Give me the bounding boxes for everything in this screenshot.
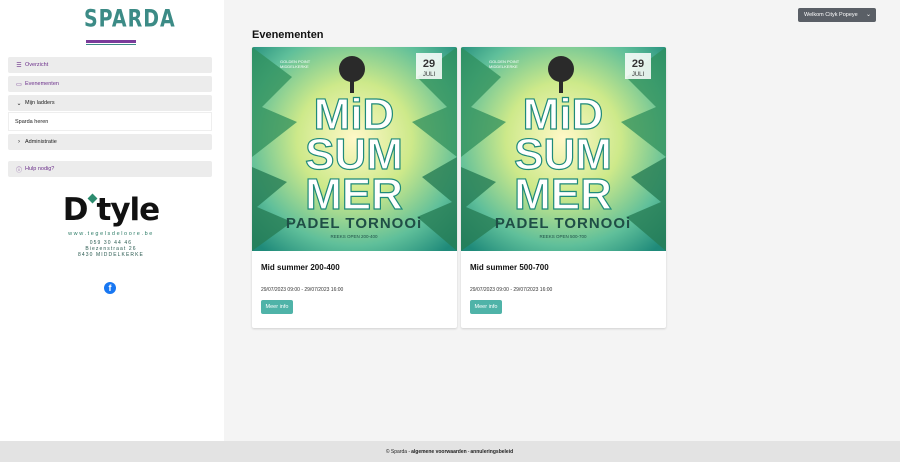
chevron-right-icon: › xyxy=(18,139,20,145)
footer-cancellation-link[interactable]: annuleringsbeleid xyxy=(470,449,513,455)
logo-underline xyxy=(86,40,136,43)
sidebar-subitem-sparda-heren[interactable]: Sparda heren xyxy=(8,112,212,131)
poster-day: 29 xyxy=(632,58,644,70)
sidebar-item-label: Mijn ladders xyxy=(25,100,55,106)
sponsor-block[interactable]: Dtyle www.tegelsdeloore.be 059 30 44 46 … xyxy=(60,193,162,258)
dtyle-logo: Dtyle xyxy=(60,193,162,227)
event-date: 29/07/2023 09:00 - 29/07/2023 16:00 xyxy=(470,287,553,293)
dtyle-logo-text: tyle xyxy=(96,192,161,228)
sidebar-item-label: Administratie xyxy=(25,139,57,145)
poster-top-line-2: MIDDELKERKE xyxy=(280,64,309,69)
footer-copyright: © Sparda - xyxy=(385,448,411,455)
sparda-logo[interactable]: SPARDA xyxy=(84,5,176,46)
dtyle-dot xyxy=(87,193,97,204)
sidebar-item-label: Hulp nodig? xyxy=(25,166,55,172)
event-card[interactable]: 29 JULI GOLDEN POINT MIDDELKERKE MiD SUM… xyxy=(461,47,666,328)
logo-underline-secondary xyxy=(86,44,136,45)
event-title: Mid summer 200-400 xyxy=(261,263,340,272)
sidebar-item-label: Evenementen xyxy=(25,81,59,87)
event-date: 29/07/2023 09:00 - 29/07/2023 16:00 xyxy=(261,287,344,293)
welcome-label: Welkom Cityk Popeye xyxy=(804,12,858,18)
poster-day: 29 xyxy=(423,58,435,70)
sidebar-item-evenementen[interactable]: ▭ Evenementen xyxy=(8,76,212,92)
footer: © Sparda - algemene voorwaarden - annule… xyxy=(0,441,900,462)
poster-subtitle: PADEL TORNOOi xyxy=(286,215,422,232)
sponsor-city: 8430 MIDDELKERKE xyxy=(78,252,144,258)
dtyle-logo-d: D xyxy=(62,192,89,228)
sidebar-item-administratie[interactable]: › Administratie xyxy=(8,134,212,150)
more-info-button[interactable]: Meer info xyxy=(261,300,293,314)
sidebar-item-hulp[interactable]: ⓘ Hulp nodig? xyxy=(8,161,212,177)
poster-line-3: MER xyxy=(514,170,612,219)
poster-line-3: MER xyxy=(305,170,403,219)
poster-month: JULI xyxy=(423,72,436,78)
user-menu-button[interactable]: Welkom Cityk Popeye ⌄ xyxy=(798,8,876,22)
list-icon: ☰ xyxy=(16,62,22,69)
logo-text: SPARDA xyxy=(84,5,176,33)
poster-month: JULI xyxy=(632,72,645,78)
poster-series: REEKS OPEN 500-700 xyxy=(539,234,587,239)
sidebar-subitem-label: Sparda heren xyxy=(15,118,49,125)
chevron-down-icon: ⌄ xyxy=(16,100,22,107)
event-poster-image[interactable]: 29 JULI GOLDEN POINT MIDDELKERKE MiD SUM… xyxy=(252,47,457,251)
sidebar-item-overzicht[interactable]: ☰ Overzicht xyxy=(8,57,212,73)
poster-subtitle: PADEL TORNOOi xyxy=(495,215,631,232)
event-poster-image[interactable]: 29 JULI GOLDEN POINT MIDDELKERKE MiD SUM… xyxy=(461,47,666,251)
more-info-button[interactable]: Meer info xyxy=(470,300,502,314)
question-circle-icon: ⓘ xyxy=(15,167,22,174)
facebook-icon[interactable]: f xyxy=(104,282,116,294)
footer-terms-link[interactable]: algemene voorwaarden xyxy=(411,449,467,455)
sidebar: SPARDA ☰ Overzicht ▭ Evenementen ⌄ Mijn … xyxy=(0,0,224,441)
footer-separator: - xyxy=(467,448,470,455)
poster-top-line-2: MIDDELKERKE xyxy=(489,64,518,69)
event-title: Mid summer 500-700 xyxy=(470,263,549,272)
event-card[interactable]: 29 JULI GOLDEN POINT MIDDELKERKE MiD SUM… xyxy=(252,47,457,328)
sponsor-website: www.tegelsdeloore.be xyxy=(68,231,154,237)
sidebar-item-label: Overzicht xyxy=(25,62,49,68)
page-title: Evenementen xyxy=(252,29,324,41)
chevron-down-icon: ⌄ xyxy=(865,12,871,18)
calendar-icon: ▭ xyxy=(16,81,22,88)
poster-series: REEKS OPEN 200-400 xyxy=(330,234,378,239)
sidebar-item-mijn-ladders[interactable]: ⌄ Mijn ladders xyxy=(8,95,212,111)
